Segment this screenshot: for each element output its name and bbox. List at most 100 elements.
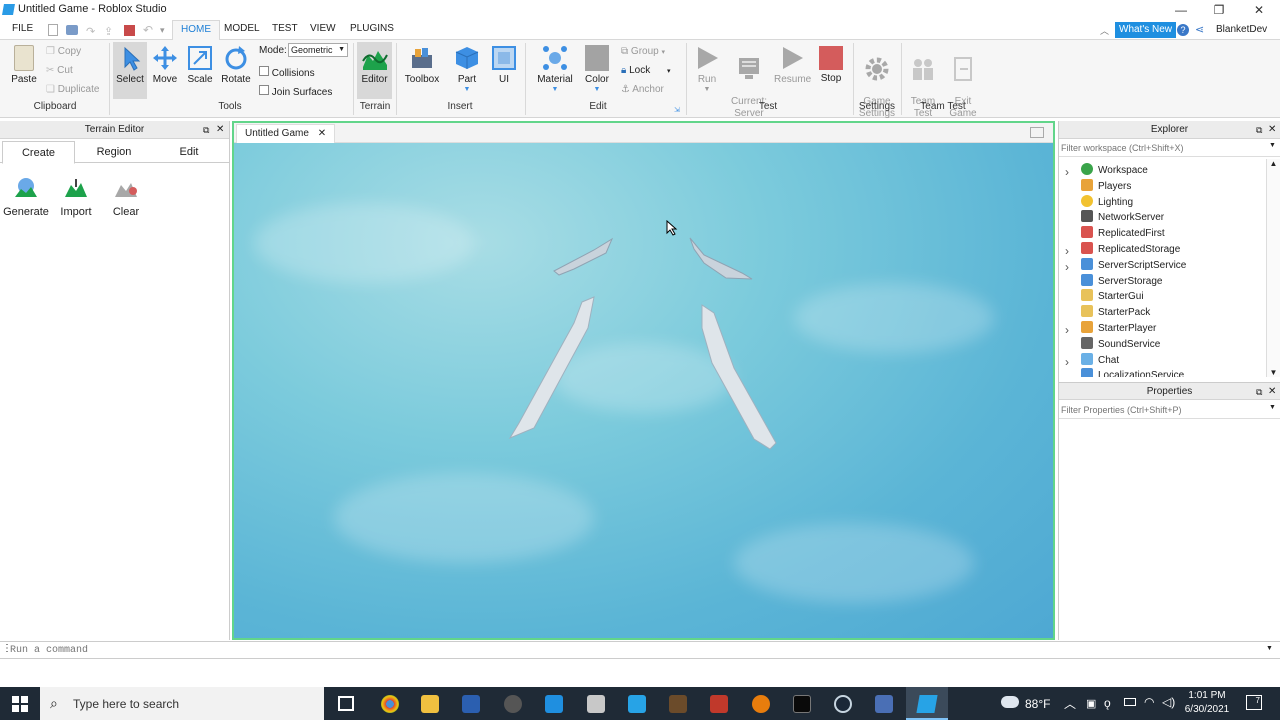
share-icon[interactable]: ⋖ [1195,23,1204,36]
whats-new-button[interactable]: What's New [1115,22,1177,38]
lock-button[interactable]: 🔒︎ Lock ▾ [621,65,671,76]
undock-icon[interactable]: ⧉ [1256,383,1262,401]
properties-filter-input[interactable] [1061,402,1267,418]
tab-model[interactable]: MODEL [216,20,268,40]
obs-icon[interactable] [504,695,522,713]
explorer-item-starterpack[interactable]: StarterPack [1059,305,1266,321]
help-icon[interactable]: ? [1177,24,1189,36]
steam-icon[interactable] [834,695,852,713]
chevron-down-icon[interactable]: ▼ [1266,645,1273,652]
explorer-item-starterplayer[interactable]: › StarterPlayer [1059,321,1266,337]
explorer-item-networkserver[interactable]: NetworkServer [1059,210,1266,226]
join-surfaces-checkbox[interactable] [259,85,269,95]
battery-icon[interactable] [1124,698,1136,706]
windows-start-icon[interactable] [12,696,28,712]
app-icon[interactable] [669,695,687,713]
tab-view[interactable]: VIEW [302,20,344,40]
group-dropdown-icon[interactable]: ▾ [662,49,666,56]
expand-chevron-icon[interactable]: › [1065,244,1069,258]
current-server-button[interactable]: Current: Server [728,45,770,131]
close-icon[interactable]: ✕ [1268,383,1276,401]
color-button[interactable]: Color ▼ [582,45,612,93]
explorer-item-soundservice[interactable]: SoundService [1059,336,1266,353]
collapse-ribbon-icon[interactable]: ︿ [1100,24,1109,37]
undock-icon[interactable]: ⧉ [1256,121,1262,139]
maximize-viewport-icon[interactable] [1030,127,1044,138]
explorer-item-players[interactable]: Players [1059,178,1266,195]
part-left-wing-top[interactable] [553,237,614,276]
tab-edit[interactable]: Edit [153,141,225,163]
tray-chevron-icon[interactable]: ︿ [1064,695,1076,712]
edit-settings-icon[interactable]: ⇲ [674,106,680,114]
part-right-blade[interactable] [701,304,777,450]
part-dropdown-icon[interactable]: ▼ [452,86,482,93]
chevron-down-icon[interactable]: ▼ [1269,404,1276,411]
tab-untitled-game[interactable]: Untitled Game ✕ [236,124,336,143]
group-button[interactable]: ⧉ Group ▾ [621,46,665,57]
collisions-toggle[interactable]: Collisions [259,66,315,79]
stop-button[interactable]: Stop [816,45,846,85]
lock-dropdown-icon[interactable]: ▾ [667,68,671,75]
minimize-button[interactable]: — [1162,0,1200,20]
duplicate-button[interactable]: ❏ Duplicate [46,84,99,95]
terrain-editor-button[interactable]: Editor [357,42,392,99]
toolbox-button[interactable]: Toolbox [402,45,442,86]
app-icon[interactable] [545,695,563,713]
tray-app-icon[interactable]: ▣ [1086,697,1096,710]
part-right-wing-top[interactable] [689,237,753,280]
command-input[interactable] [10,643,1260,657]
join-surfaces-toggle[interactable]: Join Surfaces [259,85,332,98]
expand-chevron-icon[interactable]: › [1065,355,1069,369]
close-icon[interactable]: ✕ [216,121,224,139]
tab-create[interactable]: Create [2,141,75,164]
volume-icon[interactable]: ◁) [1162,695,1175,709]
cut-button[interactable]: ✂ Cut [46,65,73,76]
collisions-checkbox[interactable] [259,66,269,76]
terminal-icon[interactable] [793,695,811,713]
explorer-item-replicatedstorage[interactable]: › ReplicatedStorage [1059,242,1266,258]
restore-button[interactable]: ❐ [1200,0,1238,20]
tab-plugins[interactable]: PLUGINS [342,20,402,40]
tab-region[interactable]: Region [78,141,150,163]
expand-chevron-icon[interactable]: › [1065,260,1069,274]
open-icon[interactable] [66,25,78,35]
part-left-blade[interactable] [508,296,595,440]
undock-icon[interactable]: ⧉ [203,121,209,139]
app-icon[interactable] [875,695,893,713]
weather-temp[interactable]: 88°F [1025,697,1050,711]
copy-button[interactable]: ❐ Copy [46,46,81,57]
store-icon[interactable] [462,695,480,713]
import-button[interactable]: Import [52,177,100,218]
chrome-icon[interactable] [381,695,399,713]
blender-icon[interactable] [752,695,770,713]
explorer-item-replicatedfirst[interactable]: ReplicatedFirst [1059,226,1266,242]
app-icon[interactable] [587,695,605,713]
active-app-highlight[interactable] [906,687,948,720]
resume-button[interactable]: Resume [774,45,811,86]
chevron-down-icon[interactable]: ▼ [1269,142,1276,149]
notifications-icon[interactable]: 7 [1246,695,1262,710]
mic-icon[interactable]: ǫ [1104,696,1111,710]
redo-left-icon[interactable]: ↷ [86,25,95,38]
task-view-icon[interactable] [338,696,354,711]
tab-home[interactable]: HOME [172,20,220,41]
new-file-icon[interactable] [48,24,58,36]
explorer-item-serverstorage[interactable]: ServerStorage [1059,273,1266,290]
explorer-item-serverscriptservice[interactable]: › ServerScriptService [1059,257,1266,274]
team-test-button[interactable]: Team Test [906,45,940,131]
color-dropdown-icon[interactable]: ▼ [582,86,612,93]
quick-access-chevron-icon[interactable]: ▾ [160,25,165,36]
scroll-down-icon[interactable]: ▼ [1267,368,1280,377]
clock[interactable]: 1:01 PM 6/30/2021 [1182,690,1232,715]
app-icon[interactable] [710,695,728,713]
close-tab-icon[interactable]: ✕ [318,128,326,139]
explorer-filter-input[interactable] [1061,140,1267,156]
paste-button[interactable]: Paste [8,45,40,86]
file-menu[interactable]: FILE [4,20,41,40]
weather-cloud-icon[interactable] [1001,696,1019,708]
wifi-icon[interactable]: ◠ [1144,695,1154,709]
explorer-item-localizationservice[interactable]: LocalizationService [1059,368,1266,377]
explorer-item-workspace[interactable]: › Workspace [1059,163,1266,179]
undo-icon[interactable]: ↶ [143,23,153,37]
clear-button[interactable]: Clear [102,177,150,218]
